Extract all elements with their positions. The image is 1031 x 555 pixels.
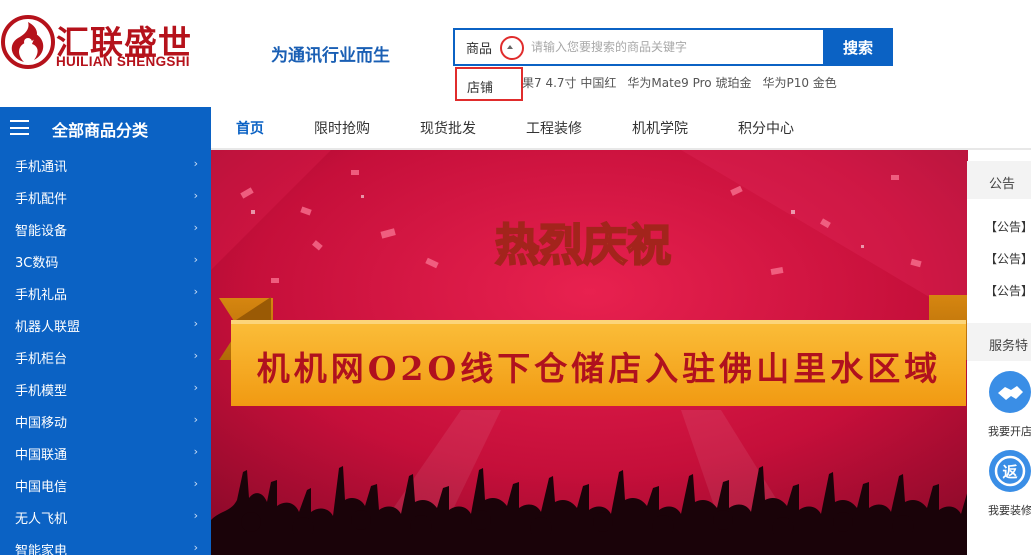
main-nav: 首页 限时抢购 现货批发 工程装修 机机学院 积分中心 — [236, 107, 844, 149]
chevron-right-icon: › — [193, 285, 198, 298]
nav-home[interactable]: 首页 — [236, 118, 264, 138]
sidebar-item-label: 手机礼品 — [15, 287, 68, 303]
nav-wholesale[interactable]: 现货批发 — [420, 118, 476, 138]
search-input[interactable] — [531, 30, 821, 64]
sidebar-item-robots[interactable]: 机器人联盟 › — [0, 309, 211, 341]
announcement-item[interactable]: 【公告】. — [985, 250, 1031, 267]
sidebar-item-label: 机器人联盟 — [15, 319, 81, 335]
page: 汇联盛世 HUILIAN SHENGSHI 为通讯行业而生 商品 搜索 店铺 果… — [0, 0, 1031, 555]
sidebar-item-3c[interactable]: 3C数码 › — [0, 245, 211, 277]
sidebar-item-accessories[interactable]: 手机配件 › — [0, 181, 211, 213]
nav-points[interactable]: 积分中心 — [738, 118, 794, 138]
site-logo[interactable]: 汇联盛世 HUILIAN SHENGSHI — [0, 12, 215, 72]
chevron-right-icon: › — [193, 253, 198, 266]
nav-academy[interactable]: 机机学院 — [632, 118, 688, 138]
search-type-option-store[interactable]: 店铺 — [455, 67, 523, 101]
hot-word[interactable]: 果7 4.7寸 中国红 — [522, 74, 616, 91]
chevron-right-icon: › — [193, 189, 198, 202]
sidebar-item-china-unicom[interactable]: 中国联通 › — [0, 437, 211, 469]
chevron-right-icon: › — [193, 221, 198, 234]
sidebar-item-china-mobile[interactable]: 中国移动 › — [0, 405, 211, 437]
chevron-right-icon: › — [193, 157, 198, 170]
search-type-label: 商品 — [466, 41, 493, 57]
sidebar-item-drones[interactable]: 无人飞机 › — [0, 501, 211, 533]
sidebar-item-label: 手机柜台 — [15, 351, 68, 367]
logo-mark-icon — [1, 15, 55, 69]
logo-name-en: HUILIAN SHENGSHI — [56, 54, 190, 69]
hero-banner[interactable]: 热烈庆祝 机机网O2O线下仓储店入驻佛山里水区域 — [211, 150, 968, 555]
sidebar-item-smart-devices[interactable]: 智能设备 › — [0, 213, 211, 245]
sidebar-item-label: 智能设备 — [15, 223, 68, 239]
search-type-option-label: 店铺 — [467, 81, 494, 96]
hot-word[interactable]: 华为Mate9 Pro 琥珀金 — [627, 74, 751, 91]
announcement-label: 【公告】 — [985, 252, 1031, 266]
menu-icon — [10, 120, 29, 135]
banner-ribbon-text: 机机网O2O线下仓储店入驻佛山里水区域 — [257, 349, 941, 388]
tab-announcements-label: 公告 — [989, 177, 1016, 192]
sidebar-item-label: 中国移动 — [15, 415, 68, 431]
all-categories-title: 全部商品分类 — [52, 121, 149, 140]
hot-search-words: 果7 4.7寸 中国红 华为Mate9 Pro 琥珀金 华为P10 金色 — [522, 74, 837, 91]
chevron-right-icon: › — [193, 317, 198, 330]
sidebar-item-label: 手机通讯 — [15, 159, 68, 175]
chevron-right-icon: › — [193, 509, 198, 522]
chevron-right-icon: › — [193, 413, 198, 426]
caret-up-icon — [507, 45, 513, 49]
category-sidebar: 手机通讯 › 手机配件 › 智能设备 › 3C数码 › 手机礼品 › 机器人联盟 › 手机柜… — [0, 149, 211, 555]
search-box: 商品 搜索 — [453, 28, 893, 66]
chevron-right-icon: › — [193, 445, 198, 458]
banner-artwork: 热烈庆祝 机机网O2O线下仓储店入驻佛山里水区域 — [211, 150, 968, 555]
sidebar-item-label: 手机配件 — [15, 191, 68, 207]
tab-announcements[interactable]: 公告 — [967, 161, 1031, 199]
announcement-item[interactable]: 【公告】. — [985, 282, 1031, 299]
chevron-right-icon: › — [193, 477, 198, 490]
sidebar-item-appliances[interactable]: 智能家电 › — [0, 533, 211, 555]
service-open-store-label[interactable]: 我要开店 — [988, 423, 1031, 439]
sidebar-item-counters[interactable]: 手机柜台 › — [0, 341, 211, 373]
return-icon[interactable]: 返 — [989, 450, 1031, 492]
sidebar-item-label: 手机模型 — [15, 383, 68, 399]
banner-headline: 热烈庆祝 — [495, 220, 671, 271]
slogan: 为通讯行业而生 — [271, 46, 390, 66]
sidebar-item-label: 智能家电 — [15, 543, 68, 555]
handshake-icon[interactable] — [989, 371, 1031, 413]
sidebar-item-label: 中国电信 — [15, 479, 68, 495]
sidebar-item-phones[interactable]: 手机通讯 › — [0, 149, 211, 181]
announcement-label: 【公告】 — [985, 284, 1031, 298]
right-side-panel: 公告 【公告】. 【公告】. 【公告】. 服务特 我要开店 返 我要装修 — [967, 161, 1031, 555]
side-panel-clip: 公告 【公告】. 【公告】. 【公告】. 服务特 我要开店 返 我要装修 — [967, 161, 1031, 555]
announcement-item[interactable]: 【公告】. — [985, 218, 1031, 235]
chevron-right-icon: › — [193, 541, 198, 554]
sidebar-item-label: 中国联通 — [15, 447, 68, 463]
announcement-label: 【公告】 — [985, 220, 1031, 234]
sidebar-item-label: 无人飞机 — [15, 511, 68, 527]
sidebar-item-gifts[interactable]: 手机礼品 › — [0, 277, 211, 309]
nav-decoration[interactable]: 工程装修 — [526, 118, 582, 138]
tab-services-label: 服务特 — [989, 339, 1029, 354]
chevron-right-icon: › — [193, 349, 198, 362]
tab-services[interactable]: 服务特 — [967, 323, 1031, 361]
nav-flash-sale[interactable]: 限时抢购 — [314, 118, 370, 138]
all-categories-header[interactable]: 全部商品分类 — [0, 107, 211, 149]
sidebar-item-china-telecom[interactable]: 中国电信 › — [0, 469, 211, 501]
service-decorate-label[interactable]: 我要装修 — [988, 502, 1031, 518]
chevron-right-icon: › — [193, 381, 198, 394]
hot-word[interactable]: 华为P10 金色 — [762, 74, 836, 91]
sidebar-item-label: 3C数码 — [15, 255, 59, 271]
sidebar-item-models[interactable]: 手机模型 › — [0, 373, 211, 405]
search-button[interactable]: 搜索 — [823, 28, 893, 66]
return-icon-glyph: 返 — [1002, 463, 1017, 481]
